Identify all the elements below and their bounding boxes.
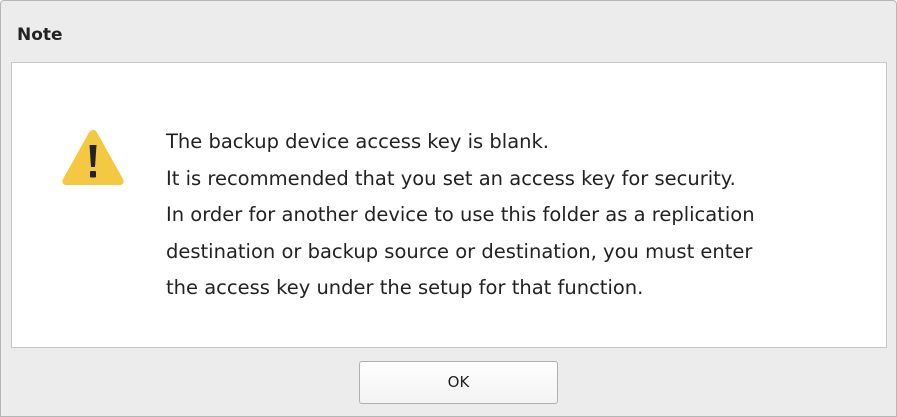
- dialog-content: The backup device access key is blank. I…: [11, 62, 887, 348]
- dialog-title: Note: [17, 25, 63, 45]
- message-line: The backup device access key is blank.: [166, 130, 550, 153]
- note-dialog: Note The backup device access key is bla…: [0, 0, 897, 417]
- dialog-title-bar[interactable]: Note: [1, 1, 896, 61]
- dialog-message: The backup device access key is blank. I…: [166, 124, 886, 307]
- message-line: the access key under the setup for that …: [166, 276, 644, 299]
- message-line: It is recommended that you set an access…: [166, 166, 736, 190]
- message-line: destination or backup source or destinat…: [166, 239, 753, 263]
- dialog-footer: OK: [1, 348, 896, 416]
- warning-icon: [62, 130, 124, 185]
- message-line: In order for another device to use this …: [166, 203, 755, 226]
- ok-button[interactable]: OK: [359, 361, 558, 404]
